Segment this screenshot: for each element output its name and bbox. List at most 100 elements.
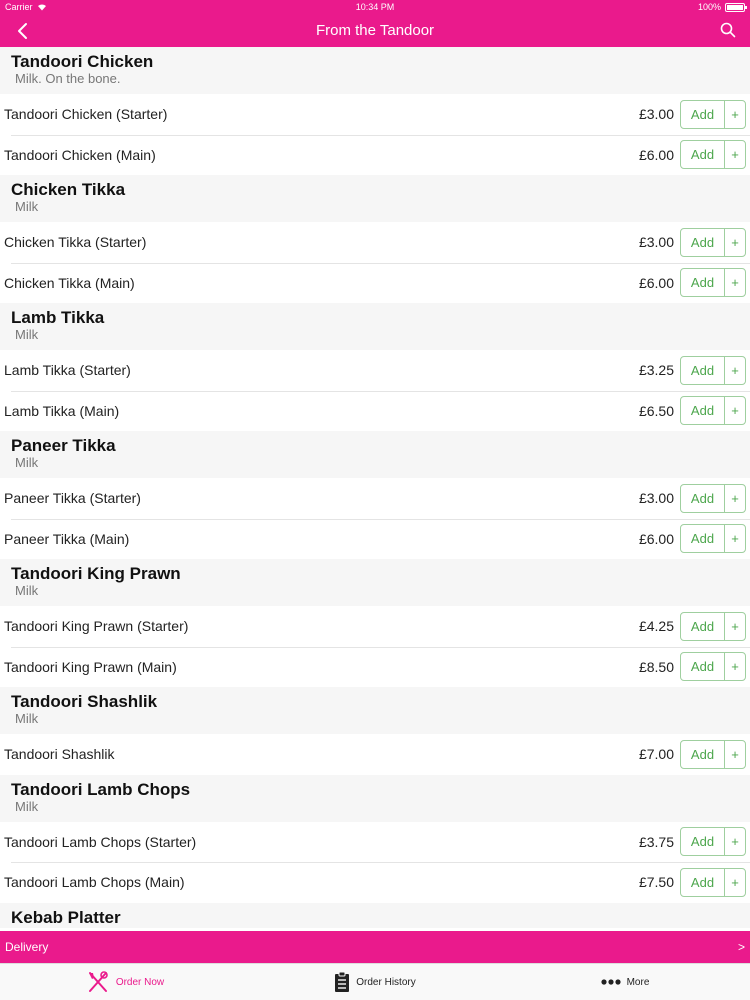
- menu-item-name: Lamb Tikka (Main): [4, 402, 120, 419]
- menu-item-name: Paneer Tikka (Starter): [4, 490, 141, 507]
- section-allergens: Milk: [15, 798, 39, 814]
- section-header: Tandoori Chicken Milk. On the bone.: [0, 47, 750, 94]
- add-to-order-button[interactable]: Add +: [680, 611, 746, 641]
- menu-item-row[interactable]: Tandoori Chicken (Starter) £3.00 Add +: [0, 94, 750, 135]
- section-title: Tandoori Chicken: [11, 52, 154, 71]
- menu-item-price: £6.00: [638, 146, 674, 163]
- menu-item-name: Tandoori Chicken (Main): [4, 146, 156, 163]
- add-to-order-button[interactable]: Add +: [680, 652, 746, 682]
- page-title: From the Tandoor: [315, 22, 435, 39]
- plus-icon: +: [731, 403, 739, 419]
- section-allergens: Milk. On the bone.: [15, 71, 121, 86]
- add-to-order-button[interactable]: Add +: [680, 524, 746, 554]
- plus-icon: +: [731, 618, 739, 634]
- status-bar: Carrier 10:34 PM 100%: [0, 0, 750, 14]
- section-header: Lamb Tikka Milk: [0, 303, 750, 350]
- add-to-order-button[interactable]: Add +: [680, 739, 746, 769]
- menu-item-price: £4.25: [638, 618, 674, 635]
- add-button-label: Add: [681, 269, 725, 297]
- menu-item-name: Chicken Tikka (Starter): [4, 234, 147, 251]
- fork-knife-icon: [88, 971, 108, 992]
- plus-icon: +: [731, 531, 739, 547]
- add-button-label: Add: [681, 525, 725, 553]
- section-title: Tandoori Lamb Chops: [11, 779, 191, 799]
- status-time: 10:34 PM: [355, 2, 395, 12]
- menu-item-name: Paneer Tikka (Main): [4, 530, 130, 547]
- menu-item-row[interactable]: Tandoori Lamb Chops (Main) £7.50 Add +: [0, 862, 750, 903]
- section-title: Kebab Platter: [11, 907, 121, 927]
- menu-item-row[interactable]: Tandoori Lamb Chops (Starter) £3.75 Add +: [0, 821, 750, 862]
- add-to-order-button[interactable]: Add +: [680, 140, 746, 170]
- menu-item-name: Tandoori King Prawn (Main): [4, 658, 177, 675]
- plus-icon: +: [731, 874, 739, 890]
- section-title: Paneer Tikka: [11, 436, 116, 455]
- tab-order-history[interactable]: Order History: [250, 964, 500, 1000]
- add-button-label: Add: [681, 397, 725, 425]
- add-to-order-button[interactable]: Add +: [680, 867, 746, 897]
- menu-item-price: £6.00: [638, 530, 674, 547]
- menu-item-price: £3.00: [638, 490, 674, 507]
- add-button-label: Add: [681, 100, 725, 128]
- plus-icon: +: [731, 490, 739, 506]
- add-button-label: Add: [681, 868, 725, 896]
- tab-more[interactable]: More: [500, 964, 750, 1000]
- tab-order-now[interactable]: Order Now: [0, 964, 250, 1000]
- menu-item-row[interactable]: Chicken Tikka (Main) £6.00 Add +: [0, 262, 750, 303]
- top-bar: Carrier 10:34 PM 100% From the Tandoor: [0, 0, 750, 47]
- section-title: Tandoori Shashlik: [11, 692, 158, 711]
- section-header: Paneer Tikka Milk: [0, 431, 750, 478]
- menu-item-price: £3.00: [638, 234, 674, 251]
- add-to-order-button[interactable]: Add +: [680, 268, 746, 298]
- add-to-order-button[interactable]: Add +: [680, 355, 746, 385]
- add-to-order-button[interactable]: Add +: [680, 227, 746, 257]
- menu-item-name: Chicken Tikka (Main): [4, 274, 135, 291]
- add-to-order-button[interactable]: Add +: [680, 483, 746, 513]
- section-header: Tandoori Shashlik Milk: [0, 687, 750, 734]
- menu-item-row[interactable]: Lamb Tikka (Starter) £3.25 Add +: [0, 350, 750, 391]
- plus-icon: +: [731, 106, 739, 122]
- menu-item-row[interactable]: Tandoori King Prawn (Starter) £4.25 Add +: [0, 606, 750, 647]
- menu-item-name: Tandoori Chicken (Starter): [4, 106, 168, 123]
- back-chevron-icon[interactable]: [12, 20, 34, 42]
- section-title: Tandoori King Prawn: [11, 564, 181, 583]
- plus-icon: +: [731, 746, 739, 762]
- add-to-order-button[interactable]: Add +: [680, 99, 746, 129]
- add-button-label: Add: [681, 612, 725, 640]
- delivery-bar[interactable]: Delivery >: [0, 931, 750, 963]
- menu-item-row[interactable]: Paneer Tikka (Starter) £3.00 Add +: [0, 478, 750, 519]
- menu-item-price: £8.50: [638, 658, 674, 675]
- section-title: Lamb Tikka: [11, 308, 105, 327]
- add-button-label: Add: [681, 484, 725, 512]
- add-button-label: Add: [681, 228, 725, 256]
- add-button-label: Add: [681, 653, 725, 681]
- menu-item-row[interactable]: Tandoori King Prawn (Main) £8.50 Add +: [0, 646, 750, 687]
- menu-item-row[interactable]: Tandoori Chicken (Main) £6.00 Add +: [0, 134, 750, 175]
- section-title: Chicken Tikka: [11, 180, 126, 199]
- menu-item-row[interactable]: Tandoori Shashlik £7.00 Add +: [0, 734, 750, 775]
- add-to-order-button[interactable]: Add +: [680, 396, 746, 426]
- section-allergens: Milk: [15, 199, 39, 214]
- search-icon[interactable]: [720, 22, 736, 38]
- menu-item-price: £7.00: [638, 746, 674, 763]
- plus-icon: +: [731, 234, 739, 250]
- delivery-chevron-icon: >: [737, 940, 745, 954]
- menu-item-price: £7.50: [638, 874, 674, 891]
- tab-order-now-label: Order Now: [115, 976, 165, 988]
- section-allergens: Milk: [15, 711, 39, 726]
- menu-item-row[interactable]: Chicken Tikka (Starter) £3.00 Add +: [0, 222, 750, 263]
- section-header: Tandoori King Prawn Milk: [0, 559, 750, 606]
- delivery-label: Delivery: [5, 940, 49, 954]
- menu-item-price: £3.00: [638, 106, 674, 123]
- clipboard-icon: [335, 971, 350, 992]
- menu-item-row[interactable]: Paneer Tikka (Main) £6.00 Add +: [0, 518, 750, 559]
- add-to-order-button[interactable]: Add +: [680, 827, 746, 857]
- plus-icon: +: [731, 362, 739, 378]
- battery-icon: [725, 2, 747, 12]
- menu-item-price: £6.00: [638, 274, 674, 291]
- menu-item-row[interactable]: Lamb Tikka (Main) £6.50 Add +: [0, 390, 750, 431]
- more-dots-icon: [600, 979, 621, 985]
- menu-item-price: £6.50: [638, 402, 674, 419]
- section-header: Tandoori Lamb Chops Milk: [0, 774, 750, 822]
- menu-list[interactable]: Tandoori Chicken Milk. On the bone. Tandoo…: [0, 47, 750, 931]
- menu-item-name: Tandoori Lamb Chops (Starter): [4, 833, 197, 850]
